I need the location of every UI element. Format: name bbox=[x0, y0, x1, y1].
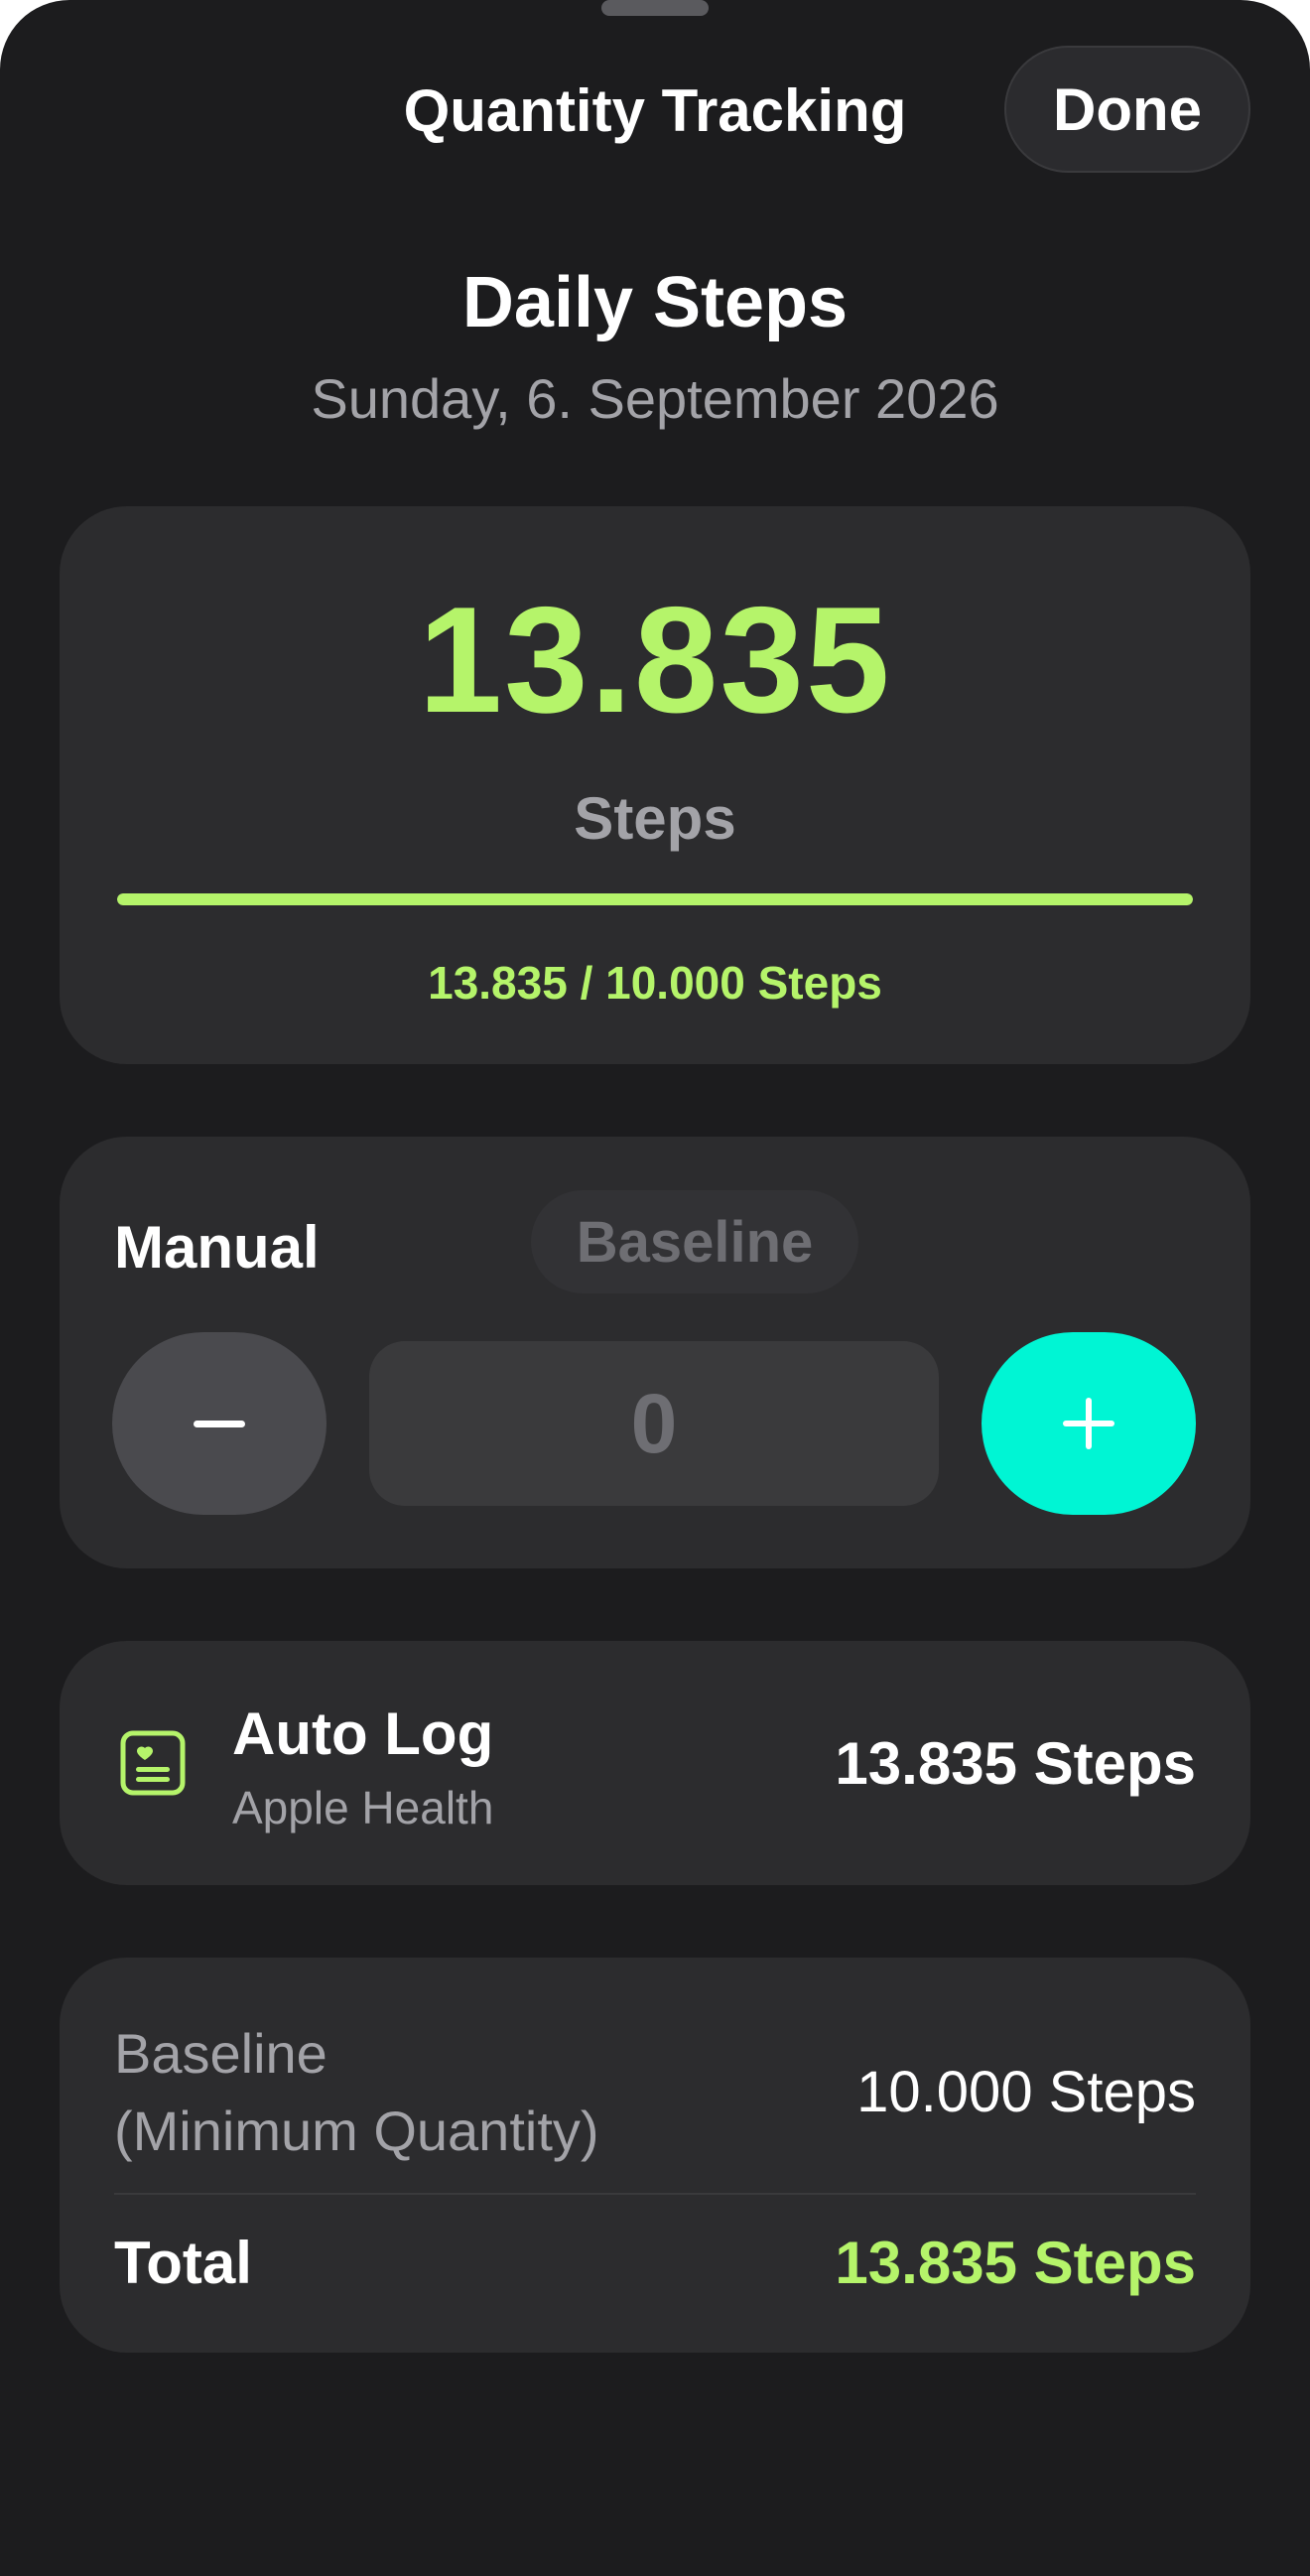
plus-icon bbox=[1063, 1398, 1114, 1449]
step-unit: Steps bbox=[574, 785, 736, 852]
page-title: Daily Steps bbox=[461, 263, 849, 342]
totals-divider bbox=[114, 2193, 1196, 2195]
totals-card: Baseline (Minimum Quantity) 10.000 Steps… bbox=[60, 1958, 1250, 2353]
sheet-grabber[interactable] bbox=[601, 0, 709, 16]
minus-icon bbox=[194, 1421, 245, 1427]
summary-card: 13.835 Steps 13.835 / 10.000 Steps bbox=[60, 506, 1250, 1064]
health-record-icon bbox=[120, 1730, 186, 1796]
total-value: 13.835 Steps bbox=[835, 2230, 1196, 2296]
goal-progress-caption: 13.835 / 10.000 Steps bbox=[428, 957, 882, 1009]
increment-button[interactable] bbox=[982, 1332, 1196, 1515]
auto-log-source: Apple Health bbox=[232, 1782, 494, 1833]
manual-label: Manual bbox=[114, 1214, 320, 1281]
manual-quantity-field[interactable]: 0 bbox=[369, 1341, 939, 1506]
manual-entry-card: Manual Baseline 0 bbox=[60, 1137, 1250, 1568]
total-label: Total bbox=[114, 2230, 252, 2296]
auto-log-title: Auto Log bbox=[232, 1700, 494, 1767]
baseline-label: Baseline (Minimum Quantity) bbox=[114, 2022, 599, 2162]
step-count: 13.835 bbox=[418, 576, 892, 745]
quantity-tracking-sheet: Quantity Tracking Done Daily Steps Sunda… bbox=[0, 0, 1310, 2576]
auto-log-card[interactable]: Auto Log Apple Health 13.835 Steps bbox=[60, 1641, 1250, 1885]
done-button[interactable]: Done bbox=[1004, 46, 1250, 173]
baseline-value: 10.000 Steps bbox=[856, 2060, 1196, 2124]
goal-progress-fill bbox=[117, 893, 1193, 905]
decrement-button[interactable] bbox=[112, 1332, 327, 1515]
baseline-toggle[interactable]: Baseline bbox=[531, 1190, 858, 1293]
auto-log-value: 13.835 Steps bbox=[835, 1730, 1196, 1797]
goal-progress-bar bbox=[117, 893, 1193, 905]
page-date: Sunday, 6. September 2026 bbox=[311, 367, 999, 430]
